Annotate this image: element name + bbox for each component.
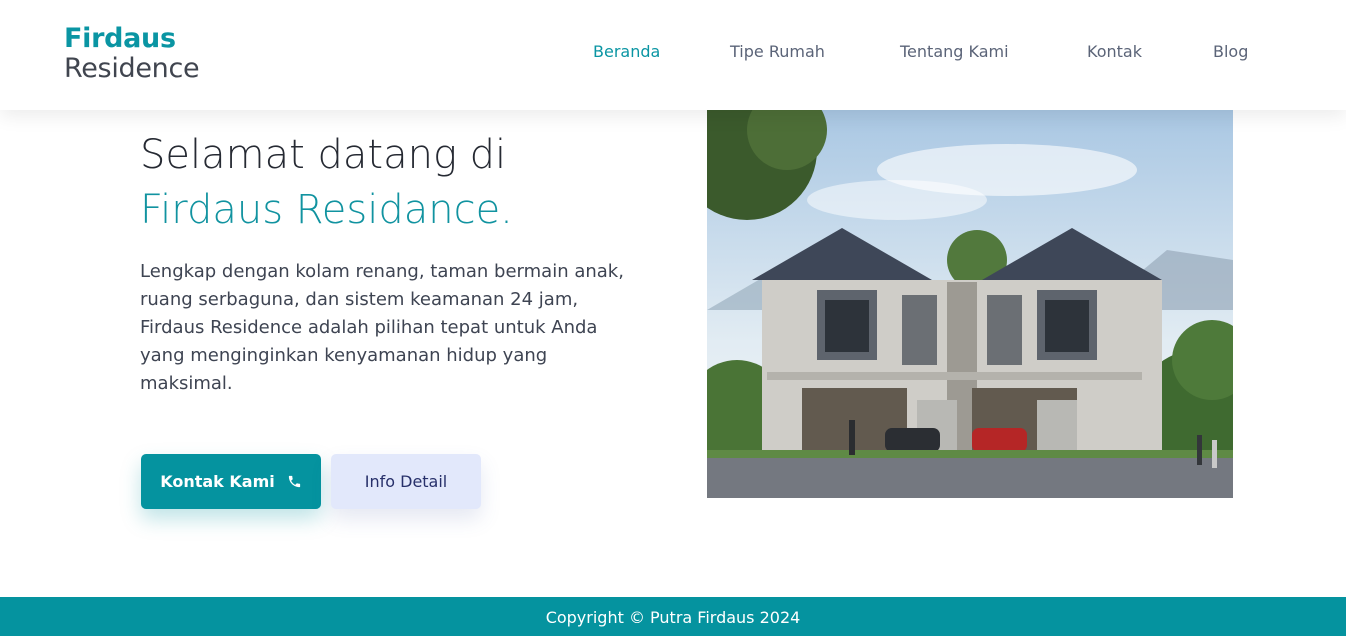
copyright-text: Copyright © Putra Firdaus 2024	[545, 608, 801, 627]
info-detail-button[interactable]: Info Detail	[331, 454, 481, 509]
nav-item-blog[interactable]: Blog	[1213, 42, 1248, 61]
house-photo	[707, 110, 1233, 498]
footer: Copyright © Putra Firdaus 2024	[0, 597, 1346, 636]
nav-item-tentang-kami[interactable]: Tentang Kami	[900, 42, 1009, 61]
phone-icon	[287, 474, 302, 489]
nav-item-kontak[interactable]: Kontak	[1087, 42, 1142, 61]
contact-button[interactable]: Kontak Kami	[141, 454, 321, 509]
hero-title: Selamat datang di Firdaus Residance.	[140, 128, 513, 238]
hero-title-line2: Firdaus Residance.	[140, 187, 513, 233]
hero-description: Lengkap dengan kolam renang, taman berma…	[140, 261, 624, 394]
nav-item-beranda[interactable]: Beranda	[593, 42, 660, 61]
navbar: Firdaus Residence Beranda Tipe Rumah Ten…	[0, 0, 1346, 110]
hero-title-line1: Selamat datang di	[140, 132, 507, 178]
nav-item-tipe-rumah[interactable]: Tipe Rumah	[730, 42, 825, 61]
contact-button-label: Kontak Kami	[160, 472, 275, 491]
main-nav: Beranda Tipe Rumah Tentang Kami Kontak B…	[0, 42, 1346, 66]
